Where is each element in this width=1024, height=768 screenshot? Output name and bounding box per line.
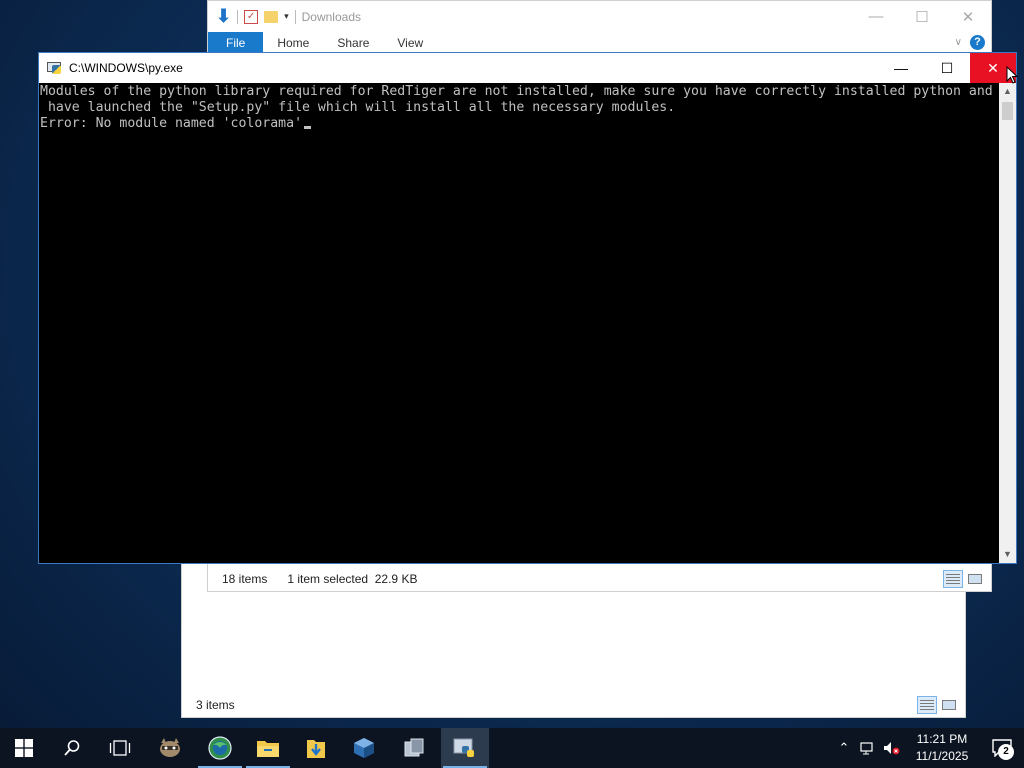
status-selection: 1 item selected 22.9 KB (287, 567, 417, 591)
taskbar-app-file-explorer[interactable] (244, 728, 292, 768)
taskbar-app-virtualbox[interactable] (340, 728, 388, 768)
console-line: have launched the "Setup.py" file which … (40, 100, 676, 115)
quick-access-toolbar: ⬇ ✓ ▾ (208, 6, 296, 27)
python-console-taskbar-icon (453, 738, 474, 757)
details-view-button[interactable] (943, 570, 963, 588)
console-titlebar[interactable]: C:\WINDOWS\py.exe — ☐ ✕ (39, 53, 1016, 83)
python-console-icon (47, 61, 63, 75)
taskbar-app-python[interactable] (441, 728, 489, 768)
minimize-button[interactable]: — (853, 1, 899, 32)
close-button[interactable]: ✕ (945, 1, 991, 32)
console-output[interactable]: Modules of the python library required f… (39, 83, 999, 563)
new-folder-icon[interactable] (264, 10, 279, 23)
console-line-text: Error: No module named 'colorama' (40, 116, 303, 131)
ribbon-tabs: File Home Share View ∨ ? (208, 32, 991, 54)
ribbon-right-controls: ∨ ? (955, 35, 985, 50)
installer-icon (404, 738, 424, 757)
console-scrollbar[interactable]: ▲ ▼ (999, 83, 1016, 563)
raccoon-app-icon (160, 738, 180, 757)
cube-icon (354, 738, 374, 758)
scroll-up-arrow-icon[interactable]: ▲ (999, 83, 1016, 100)
customize-toolbar-icon[interactable]: ▾ (284, 11, 289, 22)
download-arrow-icon: ⬇ (216, 6, 232, 26)
console-maximize-button[interactable]: ☐ (924, 53, 970, 83)
volume-muted-icon[interactable] (880, 728, 904, 768)
console-line: Error: No module named 'colorama' (40, 116, 999, 132)
tab-file[interactable]: File (208, 32, 264, 54)
toolbar-divider (294, 9, 296, 24)
view-buttons (943, 570, 985, 588)
console-title: C:\WINDOWS\py.exe (69, 61, 183, 75)
large-icons-view-icon (968, 574, 982, 584)
clock[interactable]: 11:21 PM 11/1/2025 (908, 731, 976, 765)
scroll-down-arrow-icon[interactable]: ▼ (999, 546, 1016, 563)
expand-ribbon-icon[interactable]: ∨ (955, 37, 962, 48)
taskbar-app-downloads[interactable] (292, 728, 340, 768)
view-buttons (917, 696, 959, 714)
maximize-button[interactable]: ☐ (899, 1, 945, 32)
large-icons-view-button[interactable] (939, 696, 959, 714)
action-center-button[interactable]: 2 (980, 728, 1024, 768)
search-icon (64, 740, 80, 756)
clock-time: 11:21 PM (916, 732, 968, 746)
toolbar-divider (237, 9, 239, 24)
status-item-count: 3 items (196, 698, 235, 712)
details-view-icon (920, 700, 934, 710)
download-folder-icon (307, 740, 325, 758)
details-view-button[interactable] (917, 696, 937, 714)
show-hidden-icons-button[interactable]: ⌃ (832, 728, 856, 768)
window-title: Downloads (301, 9, 361, 24)
console-line: Modules of the python library required f… (40, 84, 993, 99)
large-icons-view-button[interactable] (965, 570, 985, 588)
tab-view[interactable]: View (383, 32, 437, 54)
globe-browser-icon (208, 736, 232, 760)
taskbar-app-setup[interactable] (390, 728, 438, 768)
status-bar: 3 items (182, 693, 965, 717)
task-view-icon (109, 740, 131, 756)
console-window[interactable]: C:\WINDOWS\py.exe — ☐ ✕ Modules of the p… (38, 52, 1017, 564)
task-view-button[interactable] (96, 728, 144, 768)
details-view-icon (946, 574, 960, 584)
taskbar-app-browser[interactable] (196, 728, 244, 768)
taskbar: ⌃ 11:21 PM 11/1/2025 2 (0, 728, 1024, 768)
console-minimize-button[interactable]: — (878, 53, 924, 83)
text-cursor (304, 126, 312, 129)
explorer-titlebar[interactable]: ⬇ ✓ ▾ Downloads — ☐ ✕ (208, 1, 991, 32)
status-selected-size: 22.9 KB (374, 572, 418, 586)
scroll-thumb[interactable] (1002, 102, 1013, 120)
tab-share[interactable]: Share (323, 32, 383, 54)
windows-logo-icon (15, 739, 33, 757)
status-selected-count: 1 item selected (287, 572, 369, 586)
tab-home[interactable]: Home (263, 32, 323, 54)
network-icon[interactable] (856, 728, 880, 768)
start-button[interactable] (0, 728, 48, 768)
system-tray: ⌃ 11:21 PM 11/1/2025 2 (832, 728, 1024, 768)
properties-icon[interactable]: ✓ (244, 9, 259, 24)
clock-date: 11/1/2025 (915, 749, 969, 763)
help-icon[interactable]: ? (970, 35, 985, 50)
folder-icon (257, 741, 279, 757)
status-bar: 18 items 1 item selected 22.9 KB (208, 567, 991, 591)
status-item-count: 18 items (222, 572, 268, 586)
taskbar-app-raccoon[interactable] (146, 728, 194, 768)
search-button[interactable] (48, 728, 96, 768)
notification-count-badge: 2 (998, 744, 1014, 760)
large-icons-view-icon (942, 700, 956, 710)
